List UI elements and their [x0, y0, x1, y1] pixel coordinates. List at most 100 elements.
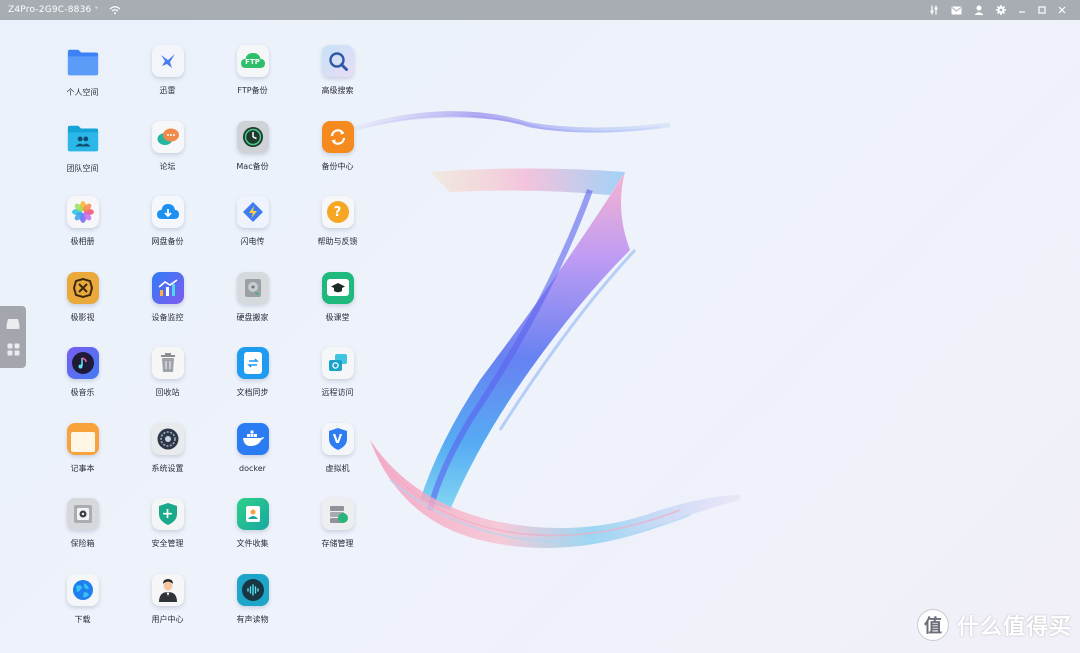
app-label: 论坛	[159, 161, 176, 171]
app-label: 极影视	[70, 312, 95, 322]
app-label: 保险箱	[70, 539, 95, 548]
app-recycle-bin[interactable]: 回收站	[125, 347, 210, 423]
app-team-space[interactable]: 团队空间	[40, 121, 125, 197]
app-label: docker	[239, 463, 266, 473]
device-name: Z4Pro-2G9C-8836	[8, 5, 92, 15]
storage-icon	[321, 498, 354, 530]
app-label: 用户中心	[151, 614, 184, 624]
app-label: Mac备份	[236, 161, 269, 171]
help-question-mark: ?	[333, 204, 342, 220]
chat-bubble-icon	[151, 120, 184, 153]
device-selector[interactable]: Z4Pro-2G9C-8836 ˅	[8, 5, 99, 15]
app-label: 网盘备份	[151, 237, 184, 246]
security-shield-icon: +	[151, 498, 184, 530]
app-device-monitor[interactable]: 设备监控	[125, 271, 210, 348]
app-label: 文件收集	[236, 539, 269, 548]
app-label: 记事本	[70, 463, 95, 473]
app-label: 硬盘搬家	[236, 312, 269, 322]
app-user-center[interactable]: 用户中心	[125, 573, 210, 650]
app-forum[interactable]: 论坛	[125, 120, 210, 197]
cloud-download-icon	[151, 196, 184, 228]
app-label: 文档同步	[236, 388, 269, 397]
app-label: 系统设置	[151, 463, 184, 473]
app-remote-access[interactable]: 远程访问	[295, 347, 380, 423]
app-virtual-machine[interactable]: V 虚拟机	[295, 422, 380, 499]
app-netdisk-backup[interactable]: 网盘备份	[125, 196, 210, 272]
hard-disk-icon	[236, 271, 269, 304]
app-security-management[interactable]: + 安全管理	[125, 498, 210, 574]
app-label: FTP备份	[237, 86, 268, 95]
app-label: 帮助与反馈	[317, 237, 358, 246]
gear-icon[interactable]	[996, 5, 1006, 15]
app-label: 闪电传	[240, 237, 265, 246]
doc-sync-icon	[236, 347, 269, 379]
apps-grid-icon[interactable]	[7, 343, 20, 356]
side-dock	[0, 306, 26, 368]
app-label: 备份中心	[321, 161, 354, 171]
remote-access-icon	[321, 347, 354, 379]
app-mac-backup[interactable]: Mac备份	[210, 120, 295, 197]
music-note-icon	[66, 347, 99, 379]
title-bar: Z4Pro-2G9C-8836 ˅	[0, 0, 1080, 20]
film-icon	[66, 271, 99, 304]
message-icon[interactable]	[951, 6, 962, 15]
security-plus: +	[161, 506, 174, 522]
app-grid: 个人空间 迅雷 FTP FTP备份 高级搜索 团队空间 论坛 Mac备份 备份中…	[40, 45, 380, 649]
photos-flower-icon	[66, 196, 99, 228]
audiobook-icon	[236, 573, 269, 606]
close-icon[interactable]	[1058, 6, 1066, 14]
notepad-icon	[66, 422, 99, 455]
app-label: 高级搜索	[321, 86, 354, 95]
help-icon: ?	[321, 196, 354, 228]
app-label: 存储管理	[321, 539, 354, 548]
team-folder-icon	[66, 121, 100, 155]
app-photos[interactable]: 极相册	[40, 196, 125, 272]
watermark-text: 什么值得买	[956, 615, 1072, 640]
app-label: 团队空间	[66, 163, 99, 173]
ftp-cloud-icon: FTP	[236, 45, 269, 77]
app-advanced-search[interactable]: 高级搜索	[295, 45, 380, 121]
app-label: 回收站	[155, 388, 180, 397]
folder-icon	[66, 45, 100, 79]
magnifier-icon	[321, 45, 354, 77]
vm-shield-icon: V	[321, 422, 354, 455]
bird-icon	[151, 45, 184, 77]
app-label: 个人空间	[66, 88, 99, 97]
user-icon[interactable]	[974, 5, 984, 15]
app-video[interactable]: 极影视	[40, 271, 125, 348]
app-help-feedback[interactable]: ? 帮助与反馈	[295, 196, 380, 272]
app-docker[interactable]: docker	[210, 422, 295, 499]
drive-icon[interactable]	[6, 318, 20, 330]
app-file-collection[interactable]: 文件收集	[210, 498, 295, 574]
app-label: 虚拟机	[325, 463, 350, 473]
app-label: 安全管理	[151, 539, 184, 548]
app-flash-transfer[interactable]: 闪电传	[210, 196, 295, 272]
minimize-icon[interactable]	[1018, 6, 1026, 14]
app-disk-migration[interactable]: 硬盘搬家	[210, 271, 295, 348]
app-system-settings[interactable]: 系统设置	[125, 422, 210, 499]
ftp-text: FTP	[245, 58, 260, 66]
sliders-icon[interactable]	[929, 5, 939, 15]
app-doc-sync[interactable]: 文档同步	[210, 347, 295, 423]
app-audiobook[interactable]: 有声读物	[210, 573, 295, 650]
app-label: 远程访问	[321, 388, 354, 397]
app-notepad[interactable]: 记事本	[40, 422, 125, 499]
app-personal-space[interactable]: 个人空间	[40, 45, 125, 121]
maximize-icon[interactable]	[1038, 6, 1046, 14]
watermark: 值 什么值得买	[916, 609, 1072, 641]
app-music[interactable]: 极音乐	[40, 347, 125, 423]
app-xunlei[interactable]: 迅雷	[125, 45, 210, 121]
app-label: 有声读物	[236, 614, 269, 624]
app-ftp-backup[interactable]: FTP FTP备份	[210, 45, 295, 121]
trash-icon	[151, 347, 184, 379]
wifi-icon	[109, 6, 121, 15]
globe-download-icon	[66, 573, 99, 606]
app-classroom[interactable]: 极课堂	[295, 271, 380, 348]
app-label: 设备监控	[151, 312, 184, 322]
app-storage-management[interactable]: 存储管理	[295, 498, 380, 574]
app-safe-box[interactable]: 保险箱	[40, 498, 125, 574]
app-download[interactable]: 下载	[40, 573, 125, 650]
app-backup-center[interactable]: 备份中心	[295, 120, 380, 197]
graduation-cap-icon	[321, 271, 354, 304]
chevron-down-icon: ˅	[94, 5, 99, 15]
